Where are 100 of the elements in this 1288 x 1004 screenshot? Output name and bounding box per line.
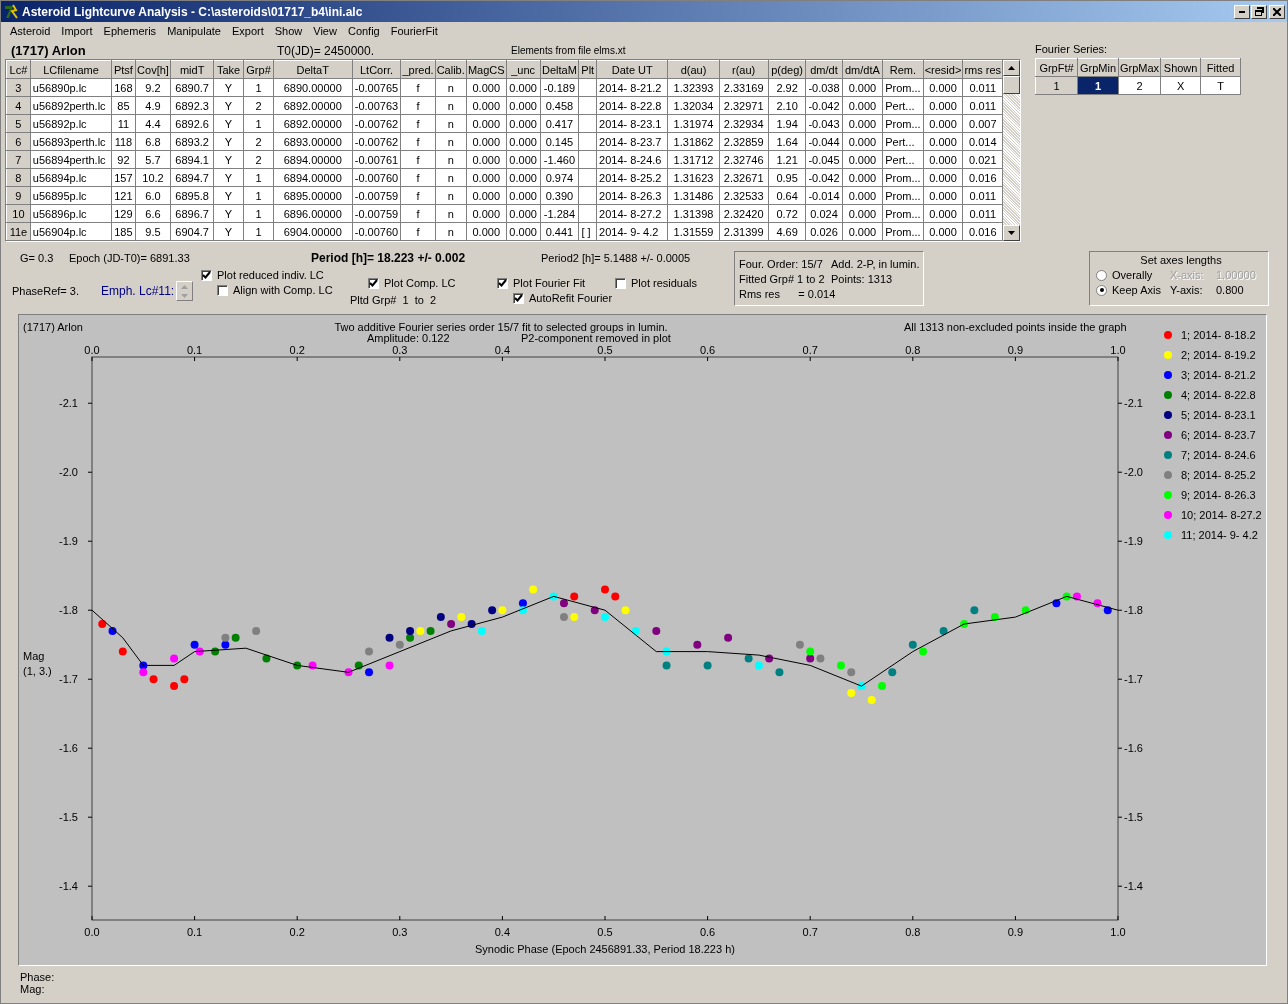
plot-title: Two additive Fourier series order 15/7 fit to selected groups in lumin. bbox=[334, 321, 668, 333]
legend-label: 9; 2014- 8-26.3 bbox=[1181, 489, 1256, 501]
x-tick-label: 0.2 bbox=[289, 926, 305, 938]
column-header[interactable]: Fitted bbox=[1200, 58, 1241, 77]
y-tick-label: -1.7 bbox=[59, 673, 78, 686]
y-tick-label: -1.9 bbox=[1124, 535, 1143, 548]
column-header[interactable]: MagCS bbox=[466, 60, 507, 79]
x-tick-label: 0.2 bbox=[289, 344, 305, 356]
fit-summary-text: Four. Order: 15/7 bbox=[739, 257, 824, 270]
legend-label: 7; 2014- 8-24.6 bbox=[1181, 449, 1256, 461]
menu-item[interactable]: Ephemeris bbox=[98, 25, 163, 37]
y-tick-label: -1.8 bbox=[59, 604, 78, 617]
period-value: Period [h]= 18.223 +/- 0.002 bbox=[311, 251, 467, 265]
column-header[interactable]: DeltaT bbox=[273, 60, 353, 79]
legend-label: 6; 2014- 8-23.7 bbox=[1181, 429, 1256, 441]
legend-label: 8; 2014- 8-25.2 bbox=[1181, 469, 1256, 481]
x-tick-label: 0.9 bbox=[1007, 344, 1024, 356]
x-tick-label: 1.0 bbox=[1110, 344, 1126, 356]
x-tick-label: 0.4 bbox=[494, 926, 511, 938]
status-label: Mag: bbox=[20, 983, 46, 995]
menu-item[interactable]: View bbox=[308, 25, 343, 37]
y-tick-label: -1.4 bbox=[59, 880, 78, 893]
column-header[interactable]: GrpMin bbox=[1077, 58, 1119, 77]
legend-label: 2; 2014- 8-19.2 bbox=[1181, 349, 1256, 361]
column-header[interactable]: DeltaM bbox=[540, 60, 579, 79]
period2-value: Period2 [h]= 5.1488 +/- 0.0005 bbox=[541, 252, 691, 264]
fourier-series-label: Fourier Series: bbox=[1035, 43, 1109, 57]
g-value: G= 0.3 bbox=[20, 252, 55, 264]
column-header[interactable]: GrpMax bbox=[1118, 58, 1161, 77]
input-field[interactable]: 0.800 bbox=[1216, 284, 1266, 296]
menu-item[interactable]: Import bbox=[56, 25, 99, 37]
x-tick-label: 1.0 bbox=[1110, 926, 1126, 938]
checkbox[interactable]: Plot Fourier Fit bbox=[497, 277, 586, 289]
legend-label: 3; 2014- 8-21.2 bbox=[1181, 369, 1256, 381]
field-label: Y-axis: bbox=[1170, 284, 1204, 296]
column-header[interactable]: dm/dtA bbox=[842, 60, 883, 79]
y-tick-label: -1.7 bbox=[1124, 673, 1143, 686]
x-tick-label: 0.1 bbox=[186, 344, 203, 356]
column-header[interactable]: Rem. bbox=[882, 60, 924, 79]
column-header[interactable]: d(au) bbox=[667, 60, 719, 79]
legend-label: 10; 2014- 8-27.2 bbox=[1181, 509, 1262, 521]
column-header[interactable]: Date UT bbox=[596, 60, 668, 79]
x-tick-label: 0.6 bbox=[699, 926, 716, 938]
x-axis-title: Synodic Phase (Epoch 2456891.33, Period 18.223 h) bbox=[475, 943, 735, 955]
checkbox[interactable]: Plot reduced indiv. LC bbox=[201, 269, 324, 281]
column-header[interactable]: <resid> bbox=[923, 60, 963, 79]
column-header[interactable]: LCfilename bbox=[30, 60, 112, 79]
y-tick-label: -2.1 bbox=[59, 397, 78, 410]
radio-button[interactable]: Overally bbox=[1096, 269, 1170, 281]
window-title: Asteroid Lightcurve Analysis - C:\asteroids\01717_b4\ini.alc bbox=[22, 4, 364, 19]
x-tick-label: 0.1 bbox=[186, 926, 203, 938]
checkbox[interactable]: Align with Comp. LC bbox=[217, 284, 333, 296]
column-header[interactable]: GrpFt# bbox=[1035, 58, 1078, 77]
menu-item[interactable]: Config bbox=[342, 25, 386, 37]
column-header[interactable]: dm/dt bbox=[805, 60, 843, 79]
checkbox[interactable]: Plot Comp. LC bbox=[368, 277, 456, 289]
column-header[interactable]: Shown bbox=[1160, 58, 1201, 77]
radio-button[interactable]: Keep Axis bbox=[1096, 284, 1170, 296]
plot-note: P2-component removed in plot bbox=[521, 332, 671, 344]
x-tick-label: 0.0 bbox=[84, 926, 100, 938]
column-header[interactable]: Grp# bbox=[243, 60, 274, 79]
menu-item[interactable]: Manipulate bbox=[162, 25, 227, 37]
epoch-value: Epoch (JD-T0)= 6891.33 bbox=[69, 252, 191, 264]
column-header[interactable]: p(deg) bbox=[768, 60, 806, 79]
x-tick-label: 0.4 bbox=[494, 344, 511, 356]
column-header[interactable]: _pred. bbox=[400, 60, 436, 79]
y-tick-label: -2.1 bbox=[1124, 397, 1143, 410]
checkbox[interactable]: Plot residuals bbox=[615, 277, 698, 289]
column-header[interactable]: Cov[h] bbox=[135, 60, 171, 79]
point-count-label: All 1313 non-excluded points inside the graph bbox=[904, 321, 1127, 333]
column-header[interactable]: midT bbox=[170, 60, 214, 79]
column-header[interactable]: Ptsf bbox=[111, 60, 136, 79]
y-axis-title: Mag bbox=[23, 650, 45, 662]
menu-item[interactable]: Asteroid bbox=[5, 25, 57, 37]
column-header[interactable]: LtCorr. bbox=[352, 60, 401, 79]
table-cell: [ ] bbox=[581, 225, 591, 238]
emph-label: Emph. Lc#11: bbox=[101, 284, 175, 298]
y-tick-label: -1.6 bbox=[59, 742, 78, 755]
legend-label: 1; 2014- 8-18.2 bbox=[1181, 329, 1256, 341]
column-header[interactable]: Lc# bbox=[6, 60, 31, 79]
column-header[interactable]: rms res bbox=[962, 60, 1003, 79]
y-axis-subtitle: (1, 3.) bbox=[23, 665, 52, 677]
column-header[interactable]: r(au) bbox=[719, 60, 769, 79]
fit-summary-text: Fitted Grp# 1 to 2 bbox=[739, 272, 826, 285]
plot-object-name: (1717) Arlon bbox=[23, 321, 83, 333]
y-tick-label: -2.0 bbox=[1124, 466, 1143, 479]
checkbox[interactable]: AutoRefit Fourier bbox=[513, 292, 613, 304]
x-tick-label: 0.9 bbox=[1007, 926, 1024, 938]
x-tick-label: 0.6 bbox=[699, 344, 716, 356]
fit-summary-text: Add. 2-P, in lumin. bbox=[831, 257, 921, 270]
column-header[interactable]: Calib. bbox=[435, 60, 467, 79]
menu-item[interactable]: Show bbox=[269, 25, 309, 37]
column-header[interactable]: _unc bbox=[506, 60, 541, 79]
x-tick-label: 0.7 bbox=[802, 926, 818, 938]
menu-item[interactable]: FourierFit bbox=[385, 25, 444, 37]
menu-item[interactable]: Export bbox=[226, 25, 270, 37]
column-header[interactable]: Take bbox=[213, 60, 244, 79]
status-label: Phase: bbox=[20, 971, 56, 983]
legend-label: 4; 2014- 8-22.8 bbox=[1181, 389, 1256, 401]
x-tick-label: 0.8 bbox=[905, 344, 921, 356]
